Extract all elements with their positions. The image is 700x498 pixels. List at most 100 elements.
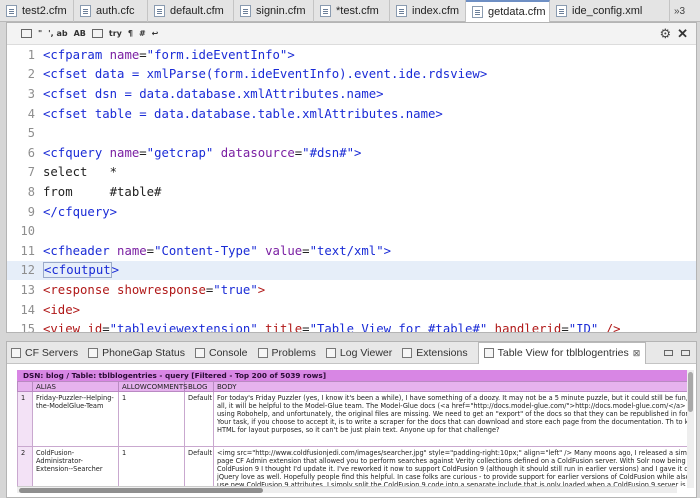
line-text[interactable]: <cfset dsn = data.database.xmlAttributes…	[43, 87, 384, 101]
line-text[interactable]: <cfparam name="form.ideEventInfo">	[43, 48, 295, 62]
line-text[interactable]: select *	[43, 165, 117, 179]
close-icon[interactable]: ✕	[677, 26, 688, 42]
tab-index[interactable]: index.cfm	[390, 0, 466, 22]
column-header-blog[interactable]: BLOG	[184, 381, 214, 392]
tab-log-viewer[interactable]: Log Viewer	[325, 347, 392, 359]
pilcrow-button[interactable]: ¶	[128, 29, 133, 38]
line-number: 6	[27, 145, 35, 160]
code-line[interactable]: 13 <response showresponse="true">	[7, 280, 696, 300]
column-header-alias[interactable]: ALIAS	[32, 381, 119, 392]
line-text[interactable]: <cfquery name="getcrap" datasource="#dsn…	[43, 146, 361, 160]
grid-header: DSN: blog / Table: tblblogentries - quer…	[17, 370, 687, 381]
tab-extensions[interactable]: Extensions	[402, 347, 468, 359]
linebreak-button[interactable]: ↩	[152, 29, 159, 38]
maximize-icon[interactable]	[681, 349, 691, 356]
cell-alias: ColdFusion-Administrator-Extension--Sear…	[32, 446, 119, 486]
line-number: 5	[27, 126, 35, 141]
gear-icon[interactable]: ⚙	[659, 26, 671, 42]
try-button[interactable]: try	[109, 29, 122, 38]
code-line[interactable]: 11 <cfheader name="Content-Type" value="t…	[7, 241, 696, 261]
vertical-scrollbar[interactable]	[687, 370, 694, 488]
row-number: 1	[17, 391, 33, 447]
line-number: 14	[20, 302, 35, 317]
wrap-icon[interactable]	[91, 29, 103, 38]
tab-label: CF Servers	[25, 346, 79, 359]
line-number: 10	[20, 224, 35, 239]
code-line[interactable]: 12 <cfoutput>	[7, 260, 696, 281]
log-icon	[325, 347, 336, 358]
file-icon	[154, 5, 165, 17]
code-line[interactable]: 3 <cfset dsn = data.database.xmlAttribute…	[7, 84, 696, 104]
lowercase-button[interactable]: ', ab	[48, 29, 67, 38]
code-line[interactable]: 15 <view id="tableviewextension" title="T…	[7, 319, 696, 333]
tab-test2[interactable]: test2.cfm	[0, 0, 74, 22]
column-header-body[interactable]: BODY	[213, 381, 687, 392]
tab-ide-config[interactable]: ide_config.xml	[550, 0, 670, 22]
file-icon	[320, 5, 331, 17]
line-number: 2	[27, 67, 35, 82]
cell-alias: Friday-Puzzler--Helping-the-ModelGlue-Te…	[32, 391, 119, 447]
scrollbar-thumb[interactable]	[688, 372, 693, 412]
line-text[interactable]: </cfquery>	[43, 205, 117, 219]
line-text[interactable]: <cfheader name="Content-Type" value="tex…	[43, 244, 391, 258]
code-line[interactable]: 4 <cfset table = data.database.table.xmlA…	[7, 104, 696, 124]
code-line[interactable]: 7 select *	[7, 163, 696, 183]
file-icon	[396, 5, 407, 17]
line-text[interactable]: <ide>	[43, 303, 80, 317]
tab-problems[interactable]: Problems	[257, 347, 316, 359]
cell-blog: Default	[184, 391, 214, 447]
code-lines[interactable]: 1 <cfparam name="form.ideEventInfo"> 2 <cfs…	[7, 45, 696, 333]
tab-test[interactable]: *test.cfm	[314, 0, 390, 22]
tab-label: default.cfm	[170, 5, 224, 17]
tab-label: *test.cfm	[336, 5, 379, 17]
code-line[interactable]: 8 from #table#	[7, 182, 696, 202]
code-line[interactable]: 2 <cfset data = xmlParse(form.ideEventInf…	[7, 65, 696, 85]
close-tab-icon[interactable]: ⊠	[633, 348, 641, 359]
tab-overflow-button[interactable]: »3	[670, 0, 689, 22]
tab-cf-servers[interactable]: CF Servers	[11, 347, 78, 359]
tab-auth[interactable]: auth.cfc	[74, 0, 148, 22]
line-text[interactable]: <cfoutput>	[43, 262, 119, 279]
tab-console[interactable]: Console	[195, 347, 248, 359]
code-line[interactable]: 1 <cfparam name="form.ideEventInfo">	[7, 45, 696, 65]
line-text[interactable]: <response showresponse="true">	[43, 283, 265, 297]
table-row[interactable]: 2 ColdFusion-Administrator-Extension--Se…	[17, 446, 687, 486]
code-line[interactable]: 14 <ide>	[7, 300, 696, 320]
line-text[interactable]: <cfset data = xmlParse(form.ideEventInfo…	[43, 67, 487, 81]
line-text[interactable]: <cfset table = data.database.table.xmlAt…	[43, 107, 443, 121]
code-editor[interactable]: " ', ab AB try ¶ # ↩ ⚙ ✕ 1 <cfparam name=…	[6, 22, 697, 333]
line-number: 12	[20, 263, 35, 278]
column-header[interactable]	[17, 381, 33, 392]
tab-label: Table View for tblblogentries	[497, 347, 629, 359]
code-line[interactable]: 5	[7, 123, 696, 143]
phone-icon	[88, 347, 99, 358]
toolbar-right: ⚙ ✕	[659, 26, 696, 42]
tab-phonegap-status[interactable]: PhoneGap Status	[88, 347, 185, 359]
line-number: 8	[27, 184, 35, 199]
hash-button[interactable]: #	[139, 29, 146, 38]
tab-signin[interactable]: signin.cfm	[234, 0, 314, 22]
scrollbar-thumb[interactable]	[19, 488, 263, 493]
line-text[interactable]: <view id="tableviewextension" title="Tab…	[43, 322, 621, 332]
line-number: 11	[20, 243, 35, 258]
column-header-allowcomments[interactable]: ALLOWCOMMENTS	[118, 381, 188, 392]
uppercase-button[interactable]: AB	[74, 29, 86, 38]
table-view-grid[interactable]: DSN: blog / Table: tblblogentries - quer…	[17, 370, 687, 486]
tab-getdata[interactable]: getdata.cfm⊠	[466, 0, 550, 22]
line-number: 4	[27, 106, 35, 121]
tab-label: Console	[209, 346, 248, 359]
line-text[interactable]: from #table#	[43, 185, 161, 199]
cell-body: <img src="http://www.coldfusionjedi.com/…	[213, 446, 687, 486]
tab-default[interactable]: default.cfm	[148, 0, 234, 22]
comment-icon[interactable]	[21, 29, 32, 38]
quote-button[interactable]: "	[38, 29, 42, 38]
line-number: 15	[20, 322, 35, 333]
server-icon	[11, 347, 21, 358]
code-line[interactable]: 9 </cfquery>	[7, 202, 696, 222]
code-line[interactable]: 10	[7, 221, 696, 241]
tab-table-view[interactable]: Table View for tblblogentries ⊠	[477, 342, 647, 364]
horizontal-scrollbar[interactable]	[17, 486, 677, 493]
code-line[interactable]: 6 <cfquery name="getcrap" datasource="#ds…	[7, 143, 696, 163]
table-row[interactable]: 1 Friday-Puzzler--Helping-the-ModelGlue-…	[17, 391, 687, 447]
minimize-icon[interactable]	[664, 349, 674, 356]
